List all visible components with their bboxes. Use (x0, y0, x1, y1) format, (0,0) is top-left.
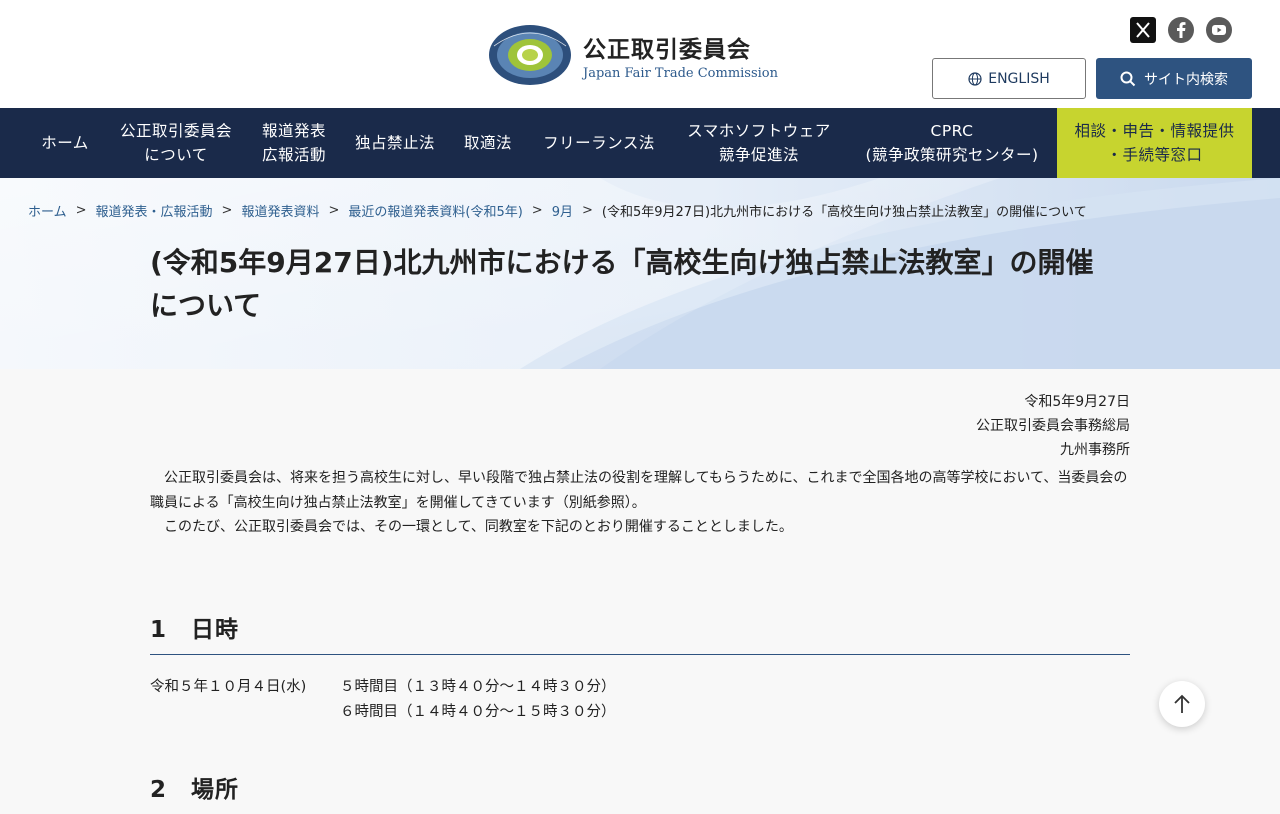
breadcrumb-press[interactable]: 報道発表・広報活動 (96, 201, 213, 220)
breadcrumb-separator: > (531, 203, 543, 218)
jftc-emblem-icon (489, 25, 571, 85)
schedule-period-6: ６時間目（１４時４０分～１５時３０分） (340, 704, 616, 720)
nav-item-about[interactable]: 公正取引委員会 について (110, 108, 242, 178)
nav-item-home[interactable]: ホーム (28, 108, 102, 178)
breadcrumb-separator: > (75, 203, 87, 218)
nav-item-consultation[interactable]: 相談・申告・情報提供 ・手続等窓口 (1057, 108, 1252, 178)
nav-item-label: スマホソフトウェア (687, 122, 831, 140)
schedule: 令和５年１０月４日(水) ５時間目（１３時４０分～１４時３０分） ６時間目（１４… (150, 675, 616, 725)
body-paragraph: このたび、公正取引委員会では、その一環として、同教室を下記のとおり開催することと… (164, 519, 793, 535)
nav-item-label: 取適法 (463, 134, 512, 152)
youtube-icon[interactable] (1206, 17, 1232, 43)
schedule-period-5: ５時間目（１３時４０分～１４時３０分） (340, 679, 616, 695)
release-issuer: 公正取引委員会事務総局 (976, 418, 1130, 434)
site-logo[interactable]: 公正取引委員会 Japan Fair Trade Commission (488, 22, 788, 88)
global-nav: ホーム 公正取引委員会 について 報道発表 広報活動 独占禁止法 取適法 フリー… (0, 108, 1280, 178)
breadcrumb-separator: > (221, 203, 233, 218)
site-search-button[interactable]: サイト内検索 (1096, 58, 1252, 99)
nav-item-label: (競争政策研究センター) (865, 146, 1039, 164)
nav-item-label: について (144, 146, 208, 164)
breadcrumb-current: (令和5年9月27日)北九州市における「高校生向け独占禁止法教室」の開催について (601, 205, 1087, 220)
globe-icon (968, 71, 982, 86)
nav-item-smartphone-act[interactable]: スマホソフトウェア 競争促進法 (674, 108, 844, 178)
breadcrumb-september[interactable]: 9月 (552, 201, 573, 220)
breadcrumb: ホーム > 報道発表・広報活動 > 報道発表資料 > 最近の報道発表資料(令和5… (28, 201, 1087, 220)
release-office: 九州事務所 (1060, 442, 1130, 458)
nav-item-label: 公正取引委員会 (119, 122, 232, 140)
arrow-up-icon (1174, 694, 1190, 713)
section-heading-venue: 2 場所 (150, 777, 240, 803)
x-icon[interactable] (1130, 17, 1156, 43)
breadcrumb-separator: > (328, 203, 340, 218)
nav-item-label: 相談・申告・情報提供 (1074, 122, 1235, 140)
nav-item-label: 競争促進法 (718, 146, 799, 164)
back-to-top-button[interactable] (1159, 681, 1205, 727)
english-button-label: ENGLISH (988, 70, 1050, 87)
breadcrumb-home[interactable]: ホーム (28, 201, 67, 220)
logo-japanese-name: 公正取引委員会 (583, 37, 751, 63)
release-date: 令和5年9月27日 (1024, 394, 1130, 410)
breadcrumb-press-materials[interactable]: 報道発表資料 (241, 201, 319, 220)
page-hero: ホーム > 報道発表・広報活動 > 報道発表資料 > 最近の報道発表資料(令和5… (0, 178, 1280, 369)
logo-english-name: Japan Fair Trade Commission (583, 66, 778, 81)
breadcrumb-separator: > (581, 203, 593, 218)
nav-item-label: 独占禁止法 (354, 134, 435, 152)
nav-item-label: 広報活動 (261, 146, 326, 164)
breadcrumb-recent-r5[interactable]: 最近の報道発表資料(令和5年) (348, 201, 522, 220)
nav-item-antimonopoly[interactable]: 独占禁止法 (346, 108, 444, 178)
nav-item-cprc[interactable]: CPRC (競争政策研究センター) (852, 108, 1052, 178)
schedule-date: 令和５年１０月４日(水) (150, 679, 307, 695)
section-heading-datetime: 1 日時 (150, 610, 1130, 655)
search-icon (1120, 71, 1136, 86)
nav-item-subcontract[interactable]: 取適法 (452, 108, 524, 178)
site-header: 公正取引委員会 Japan Fair Trade Commission ENGL… (0, 0, 1280, 108)
site-search-label: サイト内検索 (1144, 71, 1228, 88)
nav-item-label: 報道発表 (261, 122, 326, 140)
english-button[interactable]: ENGLISH (932, 58, 1086, 99)
nav-item-label: CPRC (930, 122, 974, 140)
nav-item-label: フリーランス法 (543, 134, 655, 152)
release-body: 公正取引委員会は、将来を担う高校生に対し、早い段階で独占禁止法の役割を理解しても… (150, 466, 1130, 540)
nav-item-freelance[interactable]: フリーランス法 (532, 108, 666, 178)
release-meta: 令和5年9月27日 公正取引委員会事務総局 九州事務所 (976, 390, 1130, 462)
page-title: (令和5年9月27日)北九州市における「高校生向け独占禁止法教室」の開催について (150, 246, 1094, 322)
body-paragraph: 公正取引委員会は、将来を担う高校生に対し、早い段階で独占禁止法の役割を理解しても… (150, 470, 1128, 511)
nav-item-label: ・手続等窓口 (1106, 146, 1203, 164)
facebook-icon[interactable] (1168, 17, 1194, 43)
nav-item-label: ホーム (41, 134, 89, 152)
nav-item-press[interactable]: 報道発表 広報活動 (250, 108, 338, 178)
